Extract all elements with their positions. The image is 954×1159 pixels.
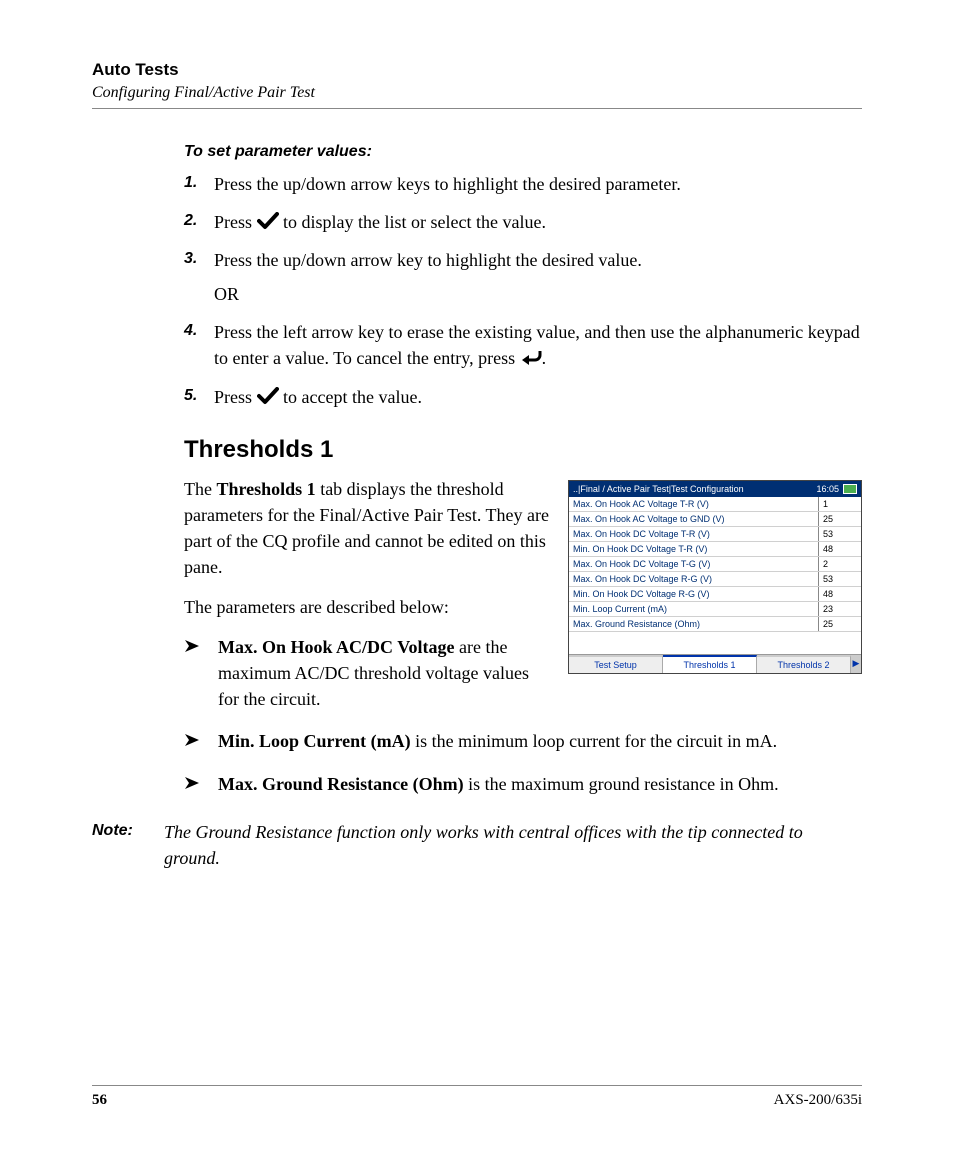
threshold-value: 48	[819, 541, 862, 556]
bullet-arrow-icon	[184, 634, 218, 712]
threshold-label: Max. On Hook AC Voltage to GND (V)	[569, 511, 819, 526]
threshold-row: Min. On Hook DC Voltage R-G (V)48	[569, 586, 861, 601]
check-icon	[257, 212, 279, 232]
screenshot-tab[interactable]: Thresholds 1	[663, 655, 757, 673]
step-item: 2.Press to display the list or select th…	[184, 209, 862, 235]
section-subtitle: Configuring Final/Active Pair Test	[92, 84, 862, 102]
threshold-value: 1	[819, 497, 862, 512]
screenshot-clock: 16:05	[816, 484, 839, 494]
threshold-row: Min. Loop Current (mA)23	[569, 601, 861, 616]
page-number: 56	[92, 1092, 107, 1109]
screenshot-titlebar: ..|Final / Active Pair Test|Test Configu…	[569, 481, 861, 497]
bullet-text: Max. On Hook AC/DC Voltage are the maxim…	[218, 634, 554, 712]
threshold-table: Max. On Hook AC Voltage T-R (V)1Max. On …	[569, 497, 861, 654]
threshold-label: Max. On Hook DC Voltage T-G (V)	[569, 556, 819, 571]
screenshot-tabs: Test SetupThresholds 1Thresholds 2▶	[569, 654, 861, 673]
screenshot-tab[interactable]: Test Setup	[569, 655, 663, 673]
tab-scroll-right-icon[interactable]: ▶	[851, 655, 861, 673]
chapter-title: Auto Tests	[92, 60, 862, 80]
threshold-value: 53	[819, 571, 862, 586]
note-label: Note:	[92, 819, 164, 871]
step-body: Press to accept the value.	[214, 384, 862, 410]
threshold-label: Max. On Hook AC Voltage T-R (V)	[569, 497, 819, 512]
threshold-label: Min. Loop Current (mA)	[569, 601, 819, 616]
step-body: Press the left arrow key to erase the ex…	[214, 319, 862, 371]
threshold-value: 23	[819, 601, 862, 616]
screenshot-title: ..|Final / Active Pair Test|Test Configu…	[573, 484, 812, 494]
bullet-arrow-icon	[184, 771, 218, 797]
header-rule	[92, 108, 862, 109]
note: Note: The Ground Resistance function onl…	[92, 819, 862, 871]
back-icon	[520, 348, 542, 368]
section-heading: Thresholds 1	[184, 436, 862, 464]
step-item: 1.Press the up/down arrow keys to highli…	[184, 171, 862, 197]
threshold-label: Min. On Hook DC Voltage T-R (V)	[569, 541, 819, 556]
note-text: The Ground Resistance function only work…	[164, 819, 862, 871]
threshold-value: 25	[819, 616, 862, 631]
threshold-row: Max. On Hook DC Voltage R-G (V)53	[569, 571, 861, 586]
threshold-row: Max. On Hook DC Voltage T-G (V)2	[569, 556, 861, 571]
step-number: 1.	[184, 171, 214, 197]
step-body: Press the up/down arrow key to highlight…	[214, 247, 862, 307]
procedure-steps: 1.Press the up/down arrow keys to highli…	[184, 171, 862, 410]
step-or: OR	[214, 281, 862, 307]
footer-rule	[92, 1085, 862, 1086]
procedure-title: To set parameter values:	[184, 143, 862, 161]
device-screenshot: ..|Final / Active Pair Test|Test Configu…	[568, 480, 862, 674]
threshold-label: Max. Ground Resistance (Ohm)	[569, 616, 819, 631]
threshold-value: 48	[819, 586, 862, 601]
footer-model: AXS-200/635i	[774, 1092, 862, 1109]
threshold-value: 53	[819, 526, 862, 541]
step-item: 3.Press the up/down arrow key to highlig…	[184, 247, 862, 307]
threshold-row: Min. On Hook DC Voltage T-R (V)48	[569, 541, 861, 556]
bullet-item: Max. On Hook AC/DC Voltage are the maxim…	[184, 634, 554, 712]
threshold-value: 2	[819, 556, 862, 571]
bullet-arrow-icon	[184, 728, 218, 754]
check-icon	[257, 387, 279, 407]
threshold-row: Max. On Hook AC Voltage to GND (V)25	[569, 511, 861, 526]
threshold-row: Max. Ground Resistance (Ohm)25	[569, 616, 861, 631]
threshold-row: Max. On Hook AC Voltage T-R (V)1	[569, 497, 861, 512]
battery-icon	[843, 484, 857, 494]
step-number: 3.	[184, 247, 214, 307]
step-body: Press the up/down arrow keys to highligh…	[214, 171, 862, 197]
threshold-label: Max. On Hook DC Voltage R-G (V)	[569, 571, 819, 586]
bullet-text: Max. Ground Resistance (Ohm) is the maxi…	[218, 771, 779, 797]
step-item: 5.Press to accept the value.	[184, 384, 862, 410]
step-number: 4.	[184, 319, 214, 371]
bullet-text: Min. Loop Current (mA) is the minimum lo…	[218, 728, 777, 754]
step-number: 2.	[184, 209, 214, 235]
step-item: 4.Press the left arrow key to erase the …	[184, 319, 862, 371]
step-number: 5.	[184, 384, 214, 410]
screenshot-tab[interactable]: Thresholds 2	[757, 655, 851, 673]
page-footer: 56 AXS-200/635i	[92, 1085, 862, 1109]
threshold-label: Min. On Hook DC Voltage R-G (V)	[569, 586, 819, 601]
threshold-label: Max. On Hook DC Voltage T-R (V)	[569, 526, 819, 541]
threshold-value: 25	[819, 511, 862, 526]
bullet-item: Max. Ground Resistance (Ohm) is the maxi…	[184, 771, 862, 797]
threshold-row: Max. On Hook DC Voltage T-R (V)53	[569, 526, 861, 541]
bullet-item: Min. Loop Current (mA) is the minimum lo…	[184, 728, 862, 754]
step-body: Press to display the list or select the …	[214, 209, 862, 235]
